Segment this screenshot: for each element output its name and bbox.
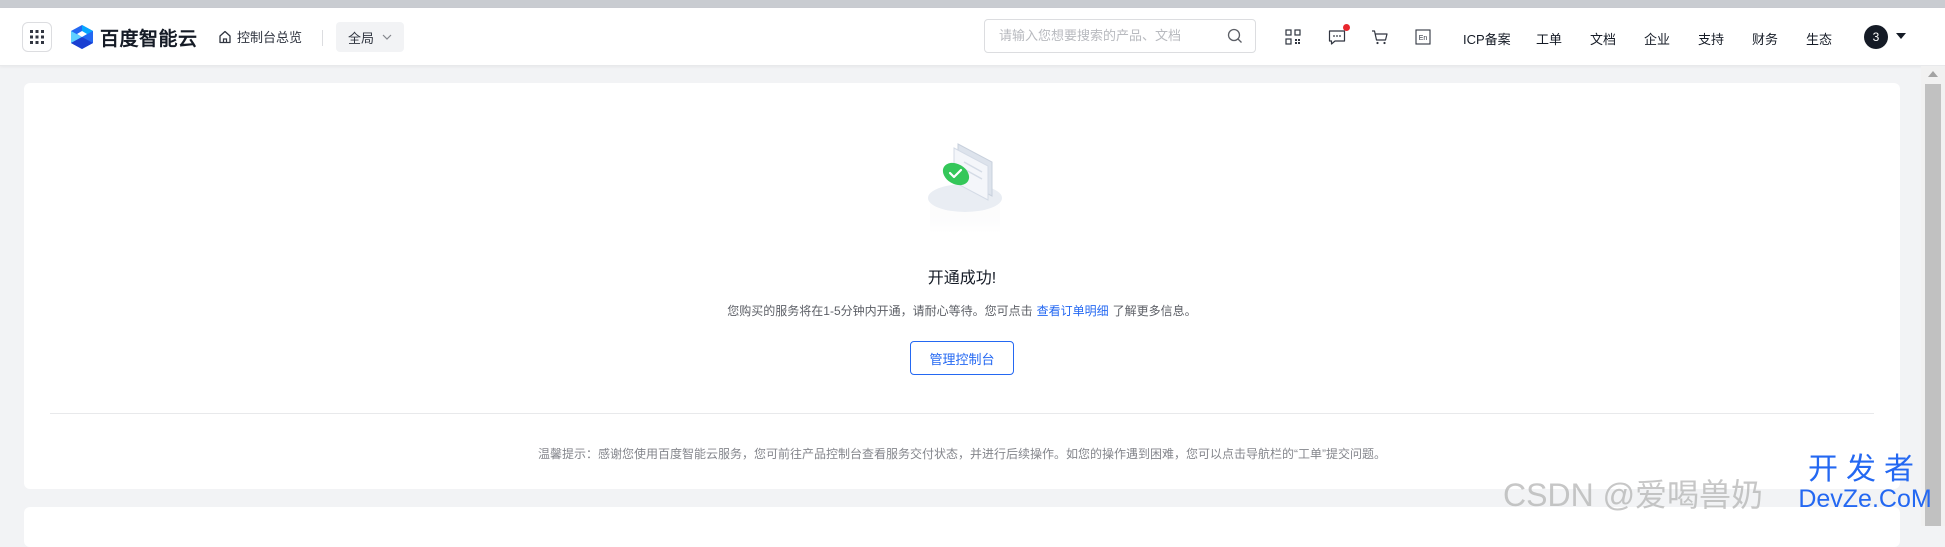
nav-support[interactable]: 支持: [1698, 29, 1724, 48]
nav-ticket[interactable]: 工单: [1536, 29, 1562, 48]
notification-dot: [1343, 24, 1350, 31]
top-navbar: 百度智能云 控制台总览 全局 请输入您想要搜索的产品、文档 En ICP备案 工…: [0, 8, 1945, 66]
chevron-down-icon: [382, 34, 392, 40]
apps-grid-icon: [30, 30, 44, 44]
scroll-up-arrow-icon[interactable]: [1927, 70, 1939, 78]
cart-button[interactable]: [1370, 27, 1390, 47]
baidu-cloud-logo-icon: [71, 25, 93, 49]
nav-ecosystem[interactable]: 生态: [1806, 29, 1832, 48]
qrcode-button[interactable]: [1283, 27, 1303, 47]
console-overview-link[interactable]: 控制台总览: [218, 27, 302, 46]
description-suffix: 了解更多信息。: [1112, 304, 1197, 318]
success-description: 您购买的服务将在1-5分钟内开通，请耐心等待。您可点击 查看订单明细 了解更多信息。: [24, 302, 1900, 319]
brand-logo[interactable]: 百度智能云: [70, 22, 198, 52]
home-icon: [219, 30, 231, 43]
divider: [50, 413, 1874, 414]
success-illustration: [928, 143, 1002, 233]
search-input[interactable]: [997, 27, 1221, 44]
description-prefix: 您购买的服务将在1-5分钟内开通，请耐心等待。您可点击: [727, 304, 1033, 318]
success-card: 开通成功! 您购买的服务将在1-5分钟内开通，请耐心等待。您可点击 查看订单明细了…: [24, 83, 1900, 489]
watermark-logo-top: 开发者: [1808, 453, 1922, 486]
order-details-link[interactable]: 查看订单明细: [1037, 304, 1109, 318]
caret-down-icon[interactable]: [1896, 33, 1906, 39]
language-en-icon: En: [1415, 29, 1431, 45]
top-border: [0, 0, 1945, 8]
cart-icon: [1372, 30, 1388, 45]
messages-button[interactable]: [1327, 24, 1350, 47]
header-divider: [322, 30, 323, 46]
nav-docs[interactable]: 文档: [1590, 29, 1616, 48]
devze-watermark-logo: 开发者 DevZe.CoM: [1790, 455, 1940, 512]
svg-text:En: En: [1419, 35, 1428, 42]
csdn-watermark: CSDN @爱喝兽奶: [1503, 477, 1764, 513]
language-button[interactable]: En: [1413, 27, 1433, 47]
region-label: 全局: [347, 30, 374, 46]
success-title: 开通成功!: [927, 270, 997, 287]
search-box: [984, 19, 1256, 53]
watermark-logo-bottom: DevZe.CoM: [1798, 485, 1932, 513]
apps-grid-button[interactable]: [22, 22, 52, 52]
nav-icp[interactable]: ICP备案: [1463, 29, 1511, 48]
brand-name: 百度智能云: [100, 28, 198, 50]
message-icon: [1328, 30, 1346, 45]
nav-finance[interactable]: 财务: [1752, 29, 1778, 48]
region-select[interactable]: 全局: [336, 22, 404, 52]
nav-enterprise[interactable]: 企业: [1644, 29, 1670, 48]
avatar[interactable]: 3: [1864, 25, 1888, 49]
search-icon[interactable]: [1227, 28, 1243, 44]
tip-text: 温馨提示：感谢您使用百度智能云服务，您可前往产品控制台查看服务交付状态，并进行后…: [538, 447, 1386, 461]
manage-console-button[interactable]: 管理控制台: [910, 341, 1014, 375]
qrcode-icon: [1285, 29, 1301, 45]
overview-label: 控制台总览: [237, 30, 303, 45]
